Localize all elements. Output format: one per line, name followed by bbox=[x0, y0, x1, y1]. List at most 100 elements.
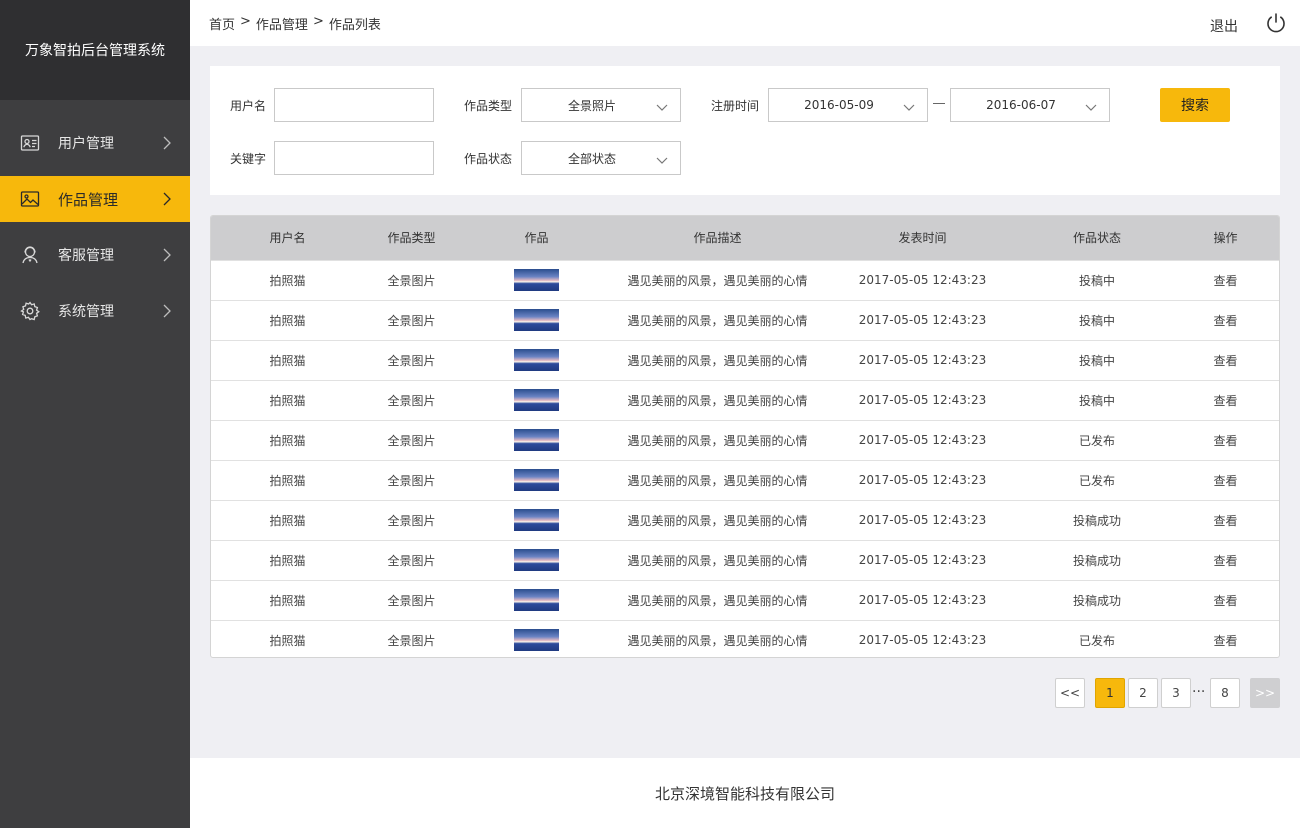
work-thumbnail[interactable] bbox=[514, 349, 559, 371]
keyword-input[interactable] bbox=[274, 141, 434, 175]
username-label: 用户名 bbox=[230, 99, 267, 113]
chevron-down-icon bbox=[903, 101, 915, 111]
date-from-picker[interactable]: 2016-05-09 bbox=[768, 88, 928, 122]
logout-link[interactable]: 退出 bbox=[1210, 16, 1238, 36]
page-button-1[interactable]: 1 bbox=[1095, 678, 1125, 708]
cell-thumbnail bbox=[459, 540, 614, 580]
cell-type: 全景图片 bbox=[387, 633, 436, 648]
cell-time: 2017-05-05 12:43:23 bbox=[858, 553, 987, 567]
table-row: 拍照猫 全景图片 遇见美丽的风景，遇见美丽的心情 2017-05-05 12:43:2… bbox=[211, 380, 1279, 420]
table-body: 拍照猫 全景图片 遇见美丽的风景，遇见美丽的心情 2017-05-05 12:43:2… bbox=[211, 260, 1279, 657]
column-header-description: 作品描述 bbox=[693, 231, 742, 246]
search-button[interactable]: 搜索 bbox=[1160, 88, 1230, 122]
footer: 北京深境智能科技有限公司 bbox=[190, 758, 1300, 828]
work-thumbnail[interactable] bbox=[514, 429, 559, 451]
view-link[interactable]: 查看 bbox=[1170, 340, 1279, 380]
chevron-down-icon bbox=[656, 154, 668, 164]
sidebar-item-system[interactable]: 系统管理 bbox=[0, 288, 190, 334]
cell-time: 2017-05-05 12:43:23 bbox=[858, 273, 987, 287]
user-card-icon bbox=[20, 133, 40, 153]
view-link[interactable]: 查看 bbox=[1170, 380, 1279, 420]
company-name: 北京深境智能科技有限公司 bbox=[654, 784, 835, 803]
view-link[interactable]: 查看 bbox=[1170, 300, 1279, 340]
page-button-3[interactable]: 3 bbox=[1161, 678, 1191, 708]
next-page-button[interactable]: >> bbox=[1250, 678, 1280, 708]
cell-status: 投稿中 bbox=[1078, 273, 1115, 288]
table-row: 拍照猫 全景图片 遇见美丽的风景，遇见美丽的心情 2017-05-05 12:43:2… bbox=[211, 300, 1279, 340]
view-link[interactable]: 查看 bbox=[1170, 420, 1279, 460]
view-link[interactable]: 查看 bbox=[1170, 580, 1279, 620]
cell-thumbnail bbox=[459, 260, 614, 300]
cell-status: 投稿中 bbox=[1078, 353, 1115, 368]
cell-description: 遇见美丽的风景，遇见美丽的心情 bbox=[627, 473, 808, 488]
view-link[interactable]: 查看 bbox=[1170, 620, 1279, 657]
status-select[interactable]: 全部状态 bbox=[521, 141, 681, 175]
table-row: 拍照猫 全景图片 遇见美丽的风景，遇见美丽的心情 2017-05-05 12:43:2… bbox=[211, 340, 1279, 380]
cell-description: 遇见美丽的风景，遇见美丽的心情 bbox=[627, 553, 808, 568]
column-header-work: 作品 bbox=[524, 231, 549, 246]
cell-description: 遇见美丽的风景，遇见美丽的心情 bbox=[627, 433, 808, 448]
work-thumbnail[interactable] bbox=[514, 549, 559, 571]
cell-time: 2017-05-05 12:43:23 bbox=[858, 313, 987, 327]
cell-type: 全景图片 bbox=[387, 513, 436, 528]
status-select-value: 全部状态 bbox=[567, 151, 616, 166]
type-select[interactable]: 全景照片 bbox=[521, 88, 681, 122]
column-header-type: 作品类型 bbox=[387, 231, 436, 246]
cell-description: 遇见美丽的风景，遇见美丽的心情 bbox=[627, 313, 808, 328]
view-link[interactable]: 查看 bbox=[1170, 260, 1279, 300]
date-range-separator bbox=[933, 103, 945, 104]
pagination-ellipsis: ··· bbox=[1192, 684, 1206, 700]
work-thumbnail[interactable] bbox=[514, 589, 559, 611]
sidebar-item-users[interactable]: 用户管理 bbox=[0, 120, 190, 166]
view-link[interactable]: 查看 bbox=[1170, 460, 1279, 500]
work-thumbnail[interactable] bbox=[514, 509, 559, 531]
cell-type: 全景图片 bbox=[387, 353, 436, 368]
chevron-right-icon bbox=[162, 248, 172, 262]
power-icon[interactable] bbox=[1265, 12, 1287, 34]
table-header-row: 用户名 作品类型 作品 作品描述 发表时间 作品状态 操作 bbox=[211, 216, 1279, 260]
date-from-value: 2016-05-09 bbox=[804, 98, 874, 112]
work-thumbnail[interactable] bbox=[514, 269, 559, 291]
regtime-label: 注册时间 bbox=[711, 99, 760, 113]
cell-type: 全景图片 bbox=[387, 393, 436, 408]
cell-username: 拍照猫 bbox=[269, 433, 306, 448]
cell-thumbnail bbox=[459, 380, 614, 420]
cell-username: 拍照猫 bbox=[269, 353, 306, 368]
breadcrumb-home[interactable]: 首页 bbox=[209, 14, 235, 33]
page-button-2[interactable]: 2 bbox=[1128, 678, 1158, 708]
sidebar-item-works[interactable]: 作品管理 bbox=[0, 176, 190, 222]
work-thumbnail[interactable] bbox=[514, 629, 559, 652]
breadcrumb-works[interactable]: 作品管理 bbox=[256, 14, 308, 33]
cell-status: 投稿中 bbox=[1078, 313, 1115, 328]
cell-thumbnail bbox=[459, 420, 614, 460]
view-link[interactable]: 查看 bbox=[1170, 500, 1279, 540]
view-link[interactable]: 查看 bbox=[1170, 540, 1279, 580]
username-input[interactable] bbox=[274, 88, 434, 122]
filter-panel: 用户名 作品类型 全景照片 注册时间 2016-05-09 2016-06-07… bbox=[210, 66, 1280, 195]
sidebar-item-support[interactable]: 客服管理 bbox=[0, 232, 190, 278]
cell-type: 全景图片 bbox=[387, 273, 436, 288]
cell-thumbnail bbox=[459, 340, 614, 380]
prev-page-button[interactable]: << bbox=[1055, 678, 1085, 708]
cell-time: 2017-05-05 12:43:23 bbox=[858, 593, 987, 607]
cell-status: 投稿中 bbox=[1078, 393, 1115, 408]
cell-status: 投稿成功 bbox=[1072, 593, 1121, 608]
page-button-last[interactable]: 8 bbox=[1210, 678, 1240, 708]
type-select-value: 全景照片 bbox=[567, 98, 616, 113]
breadcrumb-separator: > bbox=[240, 14, 251, 29]
works-table: 用户名 作品类型 作品 作品描述 发表时间 作品状态 操作 拍照猫 全景图片 遇见美… bbox=[210, 215, 1280, 658]
column-header-action: 操作 bbox=[1213, 231, 1238, 246]
sidebar: 万象智拍后台管理系统 用户管理 作品管理 客服管理 系统管理 bbox=[0, 0, 190, 828]
cell-time: 2017-05-05 12:43:23 bbox=[858, 433, 987, 447]
date-to-picker[interactable]: 2016-06-07 bbox=[950, 88, 1110, 122]
table-row: 拍照猫 全景图片 遇见美丽的风景，遇见美丽的心情 2017-05-05 12:43:2… bbox=[211, 540, 1279, 580]
cell-status: 已发布 bbox=[1078, 633, 1115, 648]
cell-description: 遇见美丽的风景，遇见美丽的心情 bbox=[627, 633, 808, 648]
work-thumbnail[interactable] bbox=[514, 389, 559, 411]
cell-description: 遇见美丽的风景，遇见美丽的心情 bbox=[627, 513, 808, 528]
work-thumbnail[interactable] bbox=[514, 469, 559, 491]
cell-time: 2017-05-05 12:43:23 bbox=[858, 473, 987, 487]
cell-thumbnail bbox=[459, 460, 614, 500]
work-thumbnail[interactable] bbox=[514, 309, 559, 331]
cell-username: 拍照猫 bbox=[269, 513, 306, 528]
